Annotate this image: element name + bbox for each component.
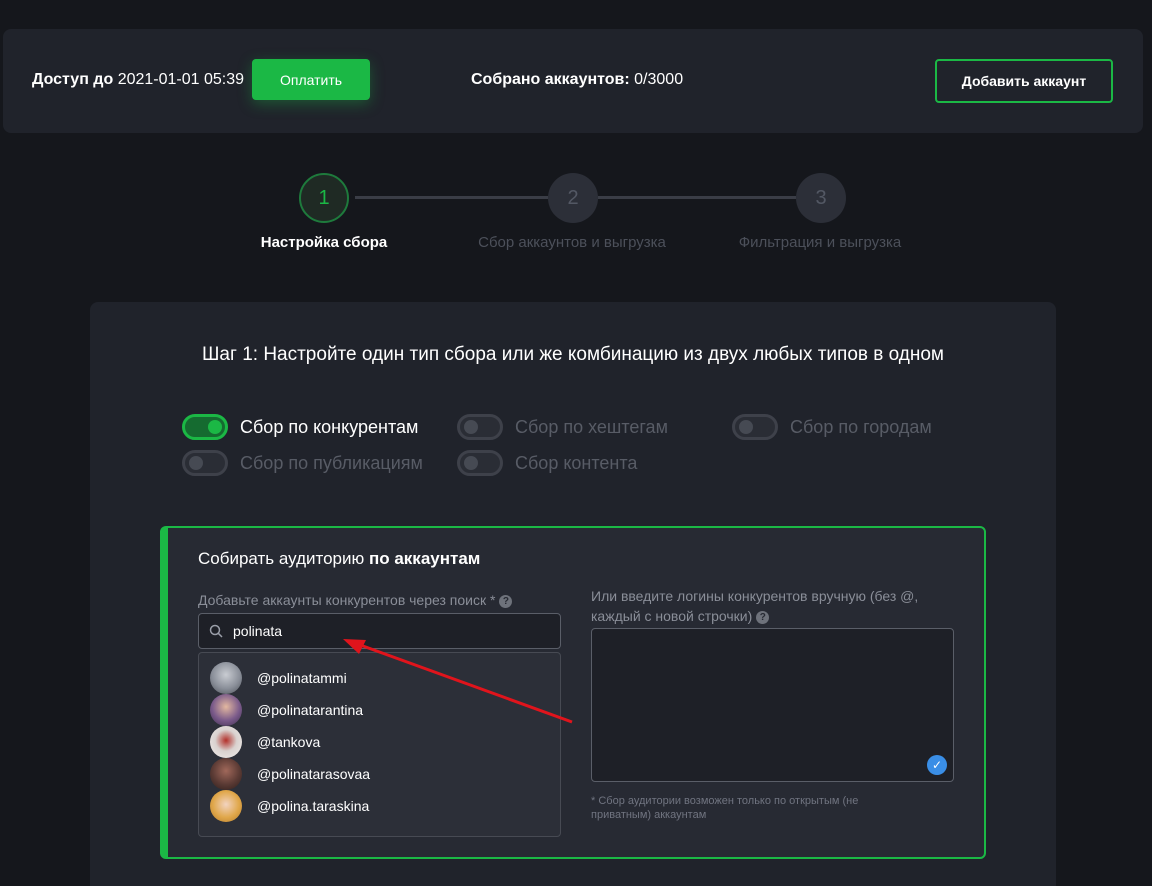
toggle-cities[interactable]: Сбор по городам [732, 414, 932, 440]
avatar [210, 758, 242, 790]
toggle-label: Сбор по городам [790, 416, 932, 437]
check-circle-icon: ✓ [927, 755, 947, 775]
result-item[interactable]: @polinatarasovaa [210, 758, 370, 790]
toggle-switch[interactable] [457, 450, 503, 476]
step-2-circle[interactable]: 2 [548, 173, 598, 223]
collected-label: Собрано аккаунтов: [471, 71, 630, 88]
search-input[interactable] [233, 623, 533, 639]
avatar [210, 694, 242, 726]
add-account-button[interactable]: Добавить аккаунт [935, 59, 1113, 103]
collected-info: Собрано аккаунтов: 0/3000 [471, 71, 683, 89]
result-handle: @polinatarantina [257, 702, 364, 718]
pay-button[interactable]: Оплатить [252, 59, 370, 100]
private-accounts-note: * Сбор аудитории возможен только по откр… [591, 795, 859, 821]
step-1-label: Настройка сбора [260, 234, 388, 251]
toggle-switch[interactable] [182, 414, 228, 440]
top-bar: Доступ до 2021-01-01 05:39 Оплатить Собр… [3, 29, 1143, 133]
access-label: Доступ до [32, 71, 114, 88]
result-item[interactable]: @polinatarantina [210, 694, 363, 726]
card-title-bold: по аккаунтам [368, 549, 481, 568]
panel-title: Шаг 1: Настройте один тип сбора или же к… [202, 344, 944, 365]
toggle-publications[interactable]: Сбор по публикациям [182, 450, 423, 476]
manual-label-text: Или введите логины конкурентов вручную (… [591, 588, 919, 624]
search-icon [209, 624, 223, 638]
manual-label: Или введите логины конкурентов вручную (… [591, 586, 954, 626]
collected-value: 0/3000 [634, 71, 684, 88]
toggle-hashtags[interactable]: Сбор по хештегам [457, 414, 668, 440]
access-info: Доступ до 2021-01-01 05:39 [32, 71, 244, 89]
manual-logins-textarea[interactable]: ✓ [591, 628, 954, 782]
search-label-text: Добавьте аккаунты конкурентов через поис… [198, 592, 496, 608]
card-title: Собирать аудиторию по аккаунтам [198, 549, 480, 569]
question-icon[interactable]: ? [499, 594, 513, 608]
result-item[interactable]: @polina.taraskina [210, 790, 369, 822]
avatar [210, 662, 242, 694]
search-field[interactable] [198, 613, 561, 649]
step-connector-1 [355, 196, 548, 199]
question-icon[interactable]: ? [756, 610, 770, 624]
step-3-circle[interactable]: 3 [796, 173, 846, 223]
toggle-content[interactable]: Сбор контента [457, 450, 637, 476]
toggle-label: Сбор по хештегам [515, 416, 668, 437]
step-3-label: Фильтрация и выгрузка [738, 234, 902, 251]
step-connector-2 [598, 196, 796, 199]
toggle-switch[interactable] [732, 414, 778, 440]
access-date: 2021-01-01 05:39 [117, 71, 245, 88]
result-handle: @tankova [257, 734, 321, 750]
step-1-circle[interactable]: 1 [299, 173, 349, 223]
card-title-prefix: Собирать аудиторию [198, 549, 365, 568]
toggle-label: Сбор по конкурентам [240, 416, 419, 437]
result-item[interactable]: @tankova [210, 726, 320, 758]
result-handle: @polina.taraskina [257, 798, 370, 814]
toggle-label: Сбор по публикациям [240, 452, 423, 473]
search-label: Добавьте аккаунты конкурентов через поис… [198, 590, 561, 610]
toggle-switch[interactable] [457, 414, 503, 440]
search-results-dropdown: @polinatammi @polinatarantina @tankova @… [198, 652, 561, 837]
result-item[interactable]: @polinatammi [210, 662, 347, 694]
toggle-competitors[interactable]: Сбор по конкурентам [182, 414, 418, 440]
toggle-label: Сбор контента [515, 452, 638, 473]
avatar [210, 790, 242, 822]
toggle-switch[interactable] [182, 450, 228, 476]
result-handle: @polinatarasovaa [257, 766, 371, 782]
step-2-label: Сбор аккаунтов и выгрузка [478, 234, 666, 251]
avatar [210, 726, 242, 758]
accounts-card: Собирать аудиторию по аккаунтам Добавьте… [160, 526, 986, 859]
result-handle: @polinatammi [257, 670, 347, 686]
